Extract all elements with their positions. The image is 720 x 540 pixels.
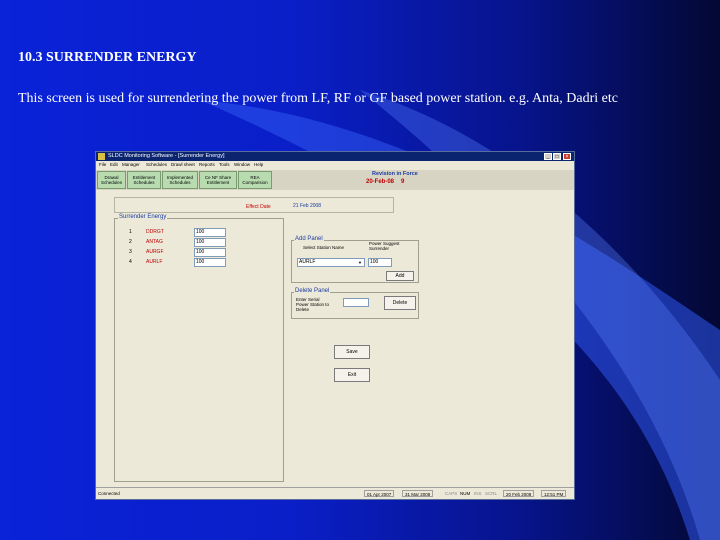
menu-bar: File Edit Manager Schedules Drawl sheet … <box>96 161 574 169</box>
chevron-down-icon[interactable]: ▼ <box>357 260 363 265</box>
window-titlebar: SLDC Monitoring Software - [Surrender En… <box>96 152 574 161</box>
delete-serial-label: Enter Serial Power Station to Delete <box>296 297 330 312</box>
add-button[interactable]: Add <box>386 271 414 281</box>
slide-title: 10.3 SURRENDER ENERGY <box>18 50 197 65</box>
delete-panel-title: Delete Panel <box>294 288 331 294</box>
station-name: DDRGT <box>146 229 164 235</box>
station-select[interactable]: AURLF ▼ <box>297 258 365 267</box>
rea-comparision-button[interactable]: REA Comparision <box>238 171 272 189</box>
row-number: 2 <box>129 239 132 245</box>
power-suggest-label: Power Suggest Surrender <box>369 241 400 251</box>
status-current-date: 20 Feb 2008 <box>503 490 535 497</box>
app-icon <box>98 153 105 160</box>
slide-description: This screen is used for surrendering the… <box>18 91 618 106</box>
surrender-value-field[interactable]: 100 <box>194 258 226 267</box>
menu-edit[interactable]: Edit <box>110 162 118 167</box>
status-num: NUM <box>460 491 471 496</box>
revision-number: 9 <box>401 179 405 185</box>
revision-in-force-label: Revision in Force <box>372 171 418 177</box>
surrender-value-field[interactable]: 100 <box>194 238 226 247</box>
status-financial-year-start: 01 Apr 2007 <box>364 490 395 497</box>
station-name: AURGF <box>146 249 164 255</box>
row-number: 1 <box>129 229 132 235</box>
minimize-button[interactable]: _ <box>544 153 552 160</box>
ce-nf-share-entitlement-button[interactable]: Ce NF Share Entitlement <box>199 171 237 189</box>
effective-date-label: Effect Date <box>246 204 271 210</box>
station-name: AURLF <box>146 259 163 265</box>
implemented-schedules-button[interactable]: Implemented Schedules <box>162 171 198 189</box>
drawal-schedules-button[interactable]: Drawal Schedules <box>97 171 126 189</box>
delete-serial-field[interactable] <box>343 298 369 307</box>
menu-window[interactable]: Window <box>234 162 250 167</box>
maximize-button[interactable]: □ <box>553 153 561 160</box>
status-caps: CAPS <box>445 491 458 496</box>
close-button[interactable]: × <box>563 153 571 160</box>
delete-button[interactable]: Delete <box>384 296 416 310</box>
effective-date-value: 21 Feb 2008 <box>293 203 322 209</box>
power-surrender-field[interactable]: 100 <box>368 258 392 267</box>
station-name: ANTAG <box>146 239 163 245</box>
status-ins: INS <box>474 491 482 496</box>
status-connection: Connected <box>98 491 120 496</box>
select-station-label: Select Station Name <box>303 245 345 250</box>
revision-in-force-date: 20-Feb-08 <box>366 179 395 185</box>
app-window: SLDC Monitoring Software - [Surrender En… <box>95 151 575 500</box>
menu-drawl-sheet[interactable]: Drawl sheet <box>171 162 195 167</box>
menu-file[interactable]: File <box>99 162 106 167</box>
surrender-value-field[interactable]: 100 <box>194 248 226 257</box>
menu-help[interactable]: Help <box>254 162 263 167</box>
row-number: 3 <box>129 249 132 255</box>
menu-manager[interactable]: Manager <box>122 162 140 167</box>
status-scrl: SCRL <box>485 491 498 496</box>
window-title: SLDC Monitoring Software - [Surrender En… <box>108 153 225 159</box>
save-button[interactable]: Save <box>334 345 370 359</box>
menu-tools[interactable]: Tools <box>219 162 230 167</box>
station-select-value: AURLF <box>299 259 316 265</box>
exit-button[interactable]: Exit <box>334 368 370 382</box>
surrender-value-field[interactable]: 100 <box>194 228 226 237</box>
menu-schedules[interactable]: Schedules <box>146 162 167 167</box>
status-time: 12:51 PM <box>541 490 567 497</box>
row-number: 4 <box>129 259 132 265</box>
surrender-energy-title: Surrender Energy <box>118 214 168 220</box>
status-bar: Connected 01 Apr 2007 31 Mar 2008 CAPS N… <box>96 487 574 498</box>
entitlement-schedules-button[interactable]: Entitlement Schedules <box>127 171 161 189</box>
status-financial-year-end: 31 Mar 2008 <box>402 490 434 497</box>
menu-reports[interactable]: Reports <box>199 162 215 167</box>
add-panel-title: Add Panel <box>294 236 324 242</box>
